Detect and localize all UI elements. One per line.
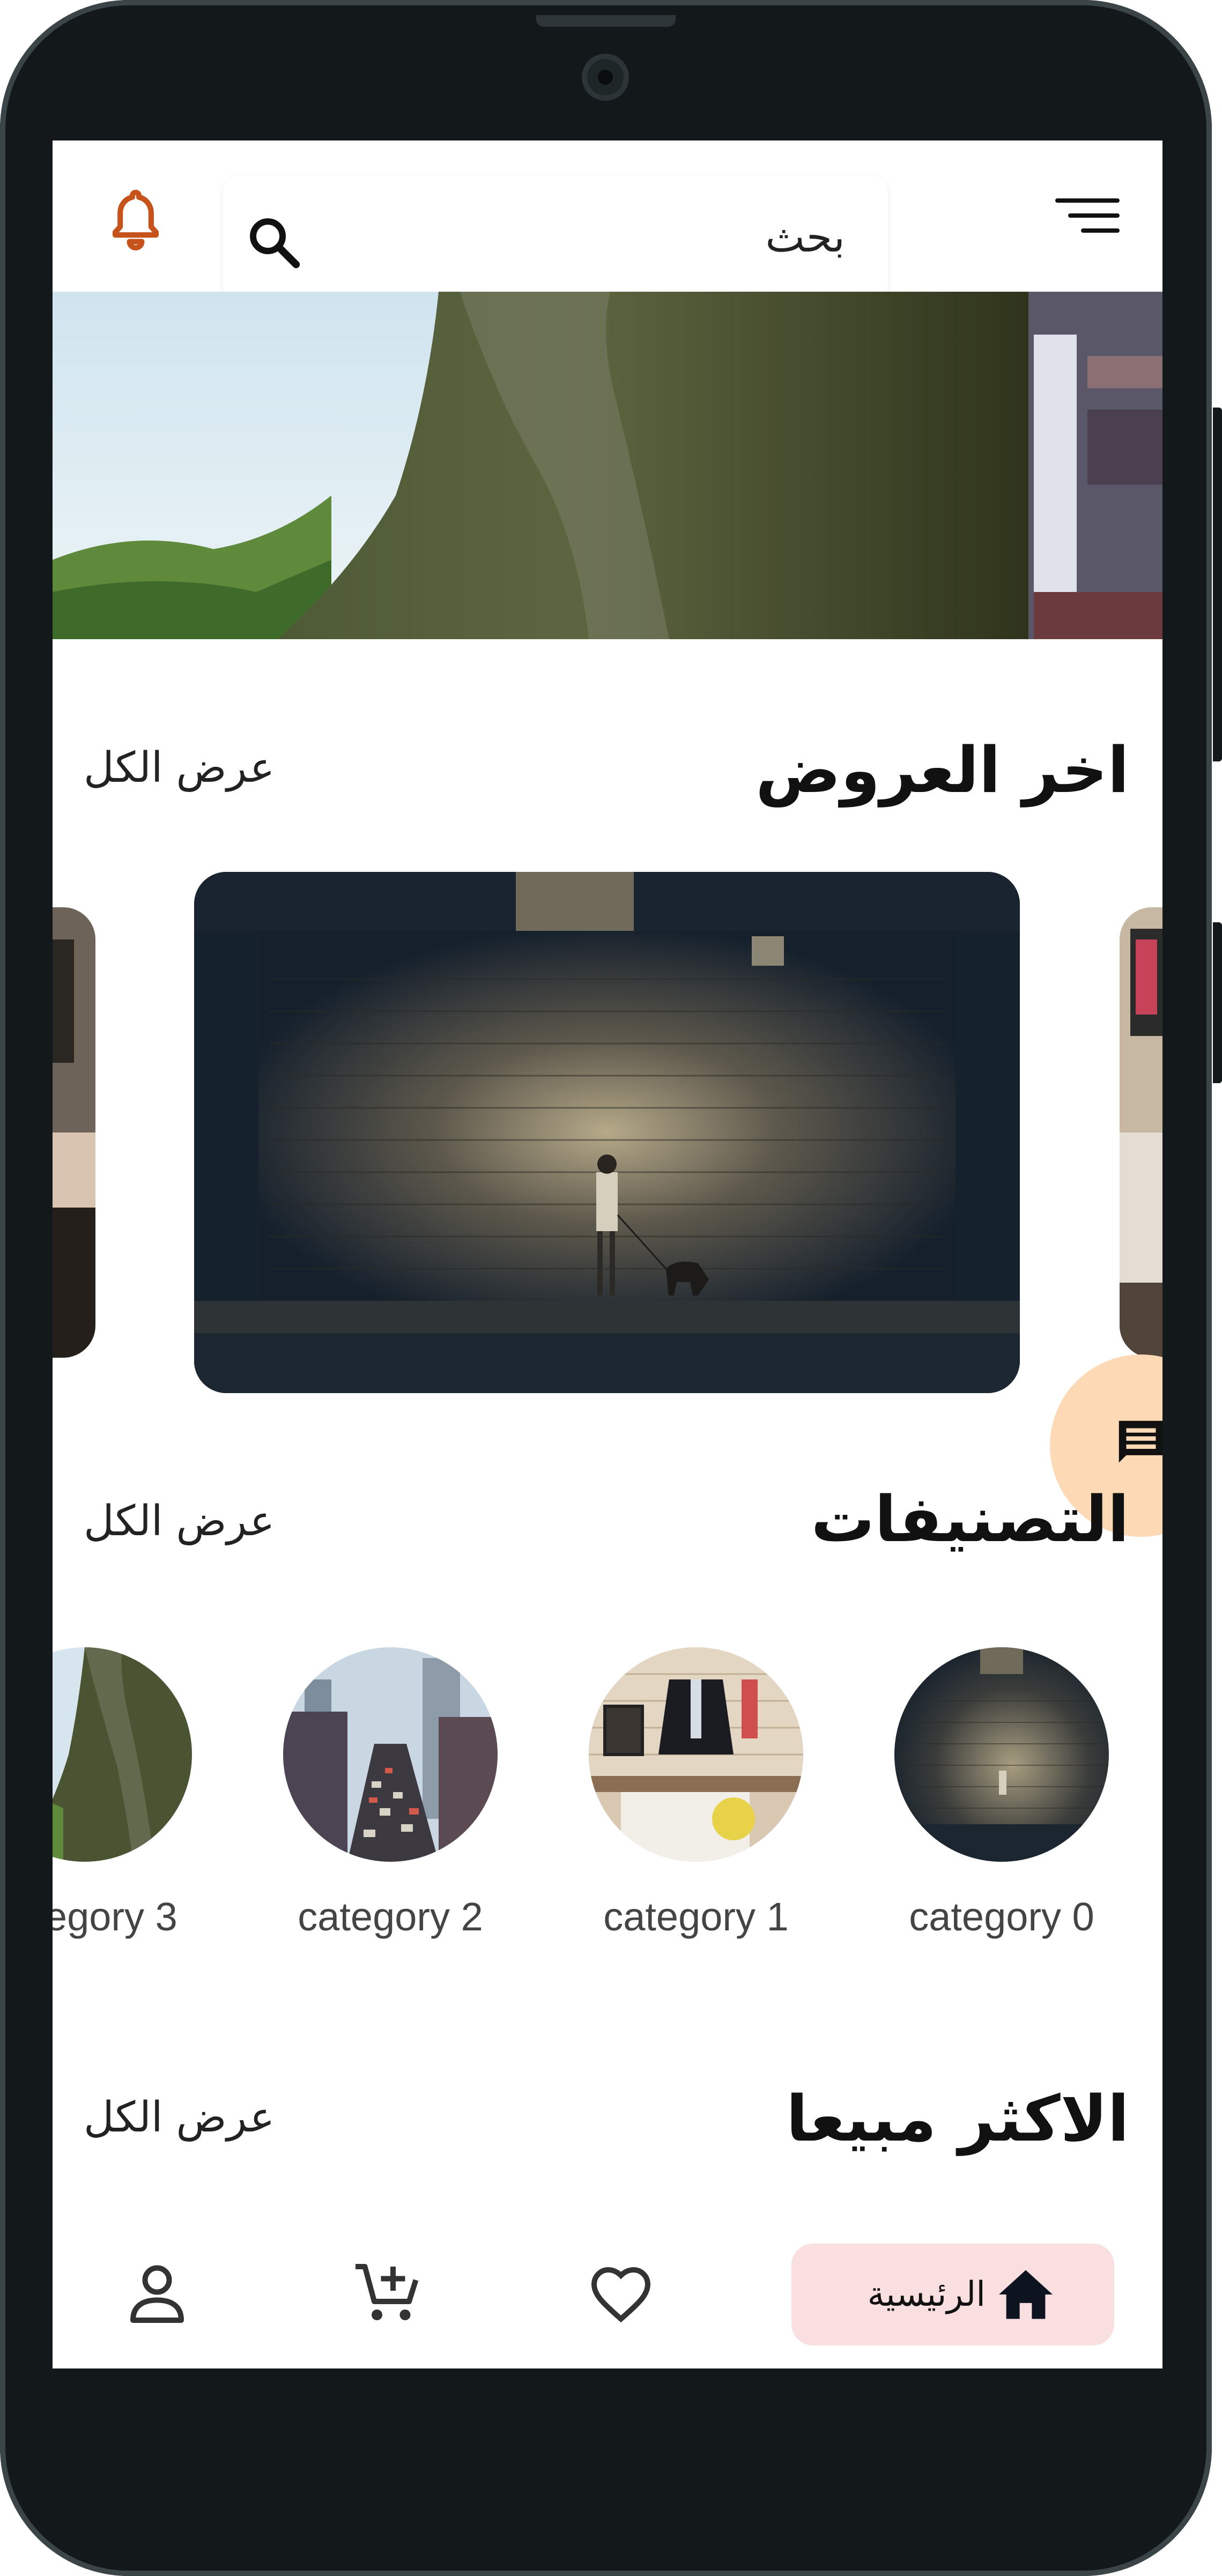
app-screen: بحث اخر العروض عرض الكل التصنيفات عرض ال…: [53, 140, 1162, 2368]
nav-home-tab[interactable]: الرئيسية: [791, 2244, 1114, 2345]
phone-frame: بحث اخر العروض عرض الكل التصنيفات عرض ال…: [0, 0, 1212, 2576]
category-image: [283, 1647, 498, 1862]
offers-section-title: اخر العروض: [756, 733, 1129, 807]
category-image: [53, 1647, 192, 1862]
search-bar[interactable]: بحث: [223, 175, 888, 300]
profile-icon[interactable]: [128, 2261, 187, 2326]
search-input[interactable]: بحث: [765, 175, 845, 300]
category-image: [589, 1647, 803, 1862]
phone-speaker: [536, 15, 676, 27]
heart-icon[interactable]: [589, 2264, 653, 2323]
top-app-bar: بحث: [53, 140, 1162, 300]
front-camera: [582, 54, 629, 101]
best-sellers-section-title: الاكثر مبيعا: [786, 2082, 1129, 2156]
offer-card-next[interactable]: [1120, 907, 1162, 1358]
chat-icon: [1112, 1413, 1162, 1472]
hero-banner-image: [53, 292, 1162, 639]
category-label: category 1: [603, 1894, 789, 1939]
hero-banner-carousel[interactable]: [53, 292, 1162, 639]
offer-card-prev[interactable]: [53, 907, 95, 1358]
bottom-navigation-bar: الرئيسية: [53, 2224, 1162, 2368]
category-label: category 2: [298, 1894, 483, 1939]
cart-add-icon[interactable]: [353, 2261, 423, 2326]
category-image: [894, 1647, 1109, 1862]
phone-volume-button: [1213, 922, 1222, 1083]
category-label: category 3: [53, 1894, 177, 1939]
offer-card-image: [194, 872, 1020, 1393]
categories-section-title: التصنيفات: [811, 1482, 1129, 1556]
best-sellers-view-all-link[interactable]: عرض الكل: [84, 2093, 275, 2142]
bell-icon[interactable]: [106, 186, 165, 251]
search-icon[interactable]: [245, 213, 303, 272]
offer-card-featured[interactable]: [194, 872, 1020, 1393]
categories-view-all-link[interactable]: عرض الكل: [84, 1497, 275, 1545]
home-icon: [996, 2268, 1055, 2321]
category-label: category 0: [909, 1894, 1094, 1939]
offers-view-all-link[interactable]: عرض الكل: [84, 744, 275, 792]
nav-home-label: الرئيسية: [867, 2275, 986, 2314]
phone-power-button: [1213, 408, 1222, 761]
menu-icon[interactable]: [1055, 194, 1120, 237]
